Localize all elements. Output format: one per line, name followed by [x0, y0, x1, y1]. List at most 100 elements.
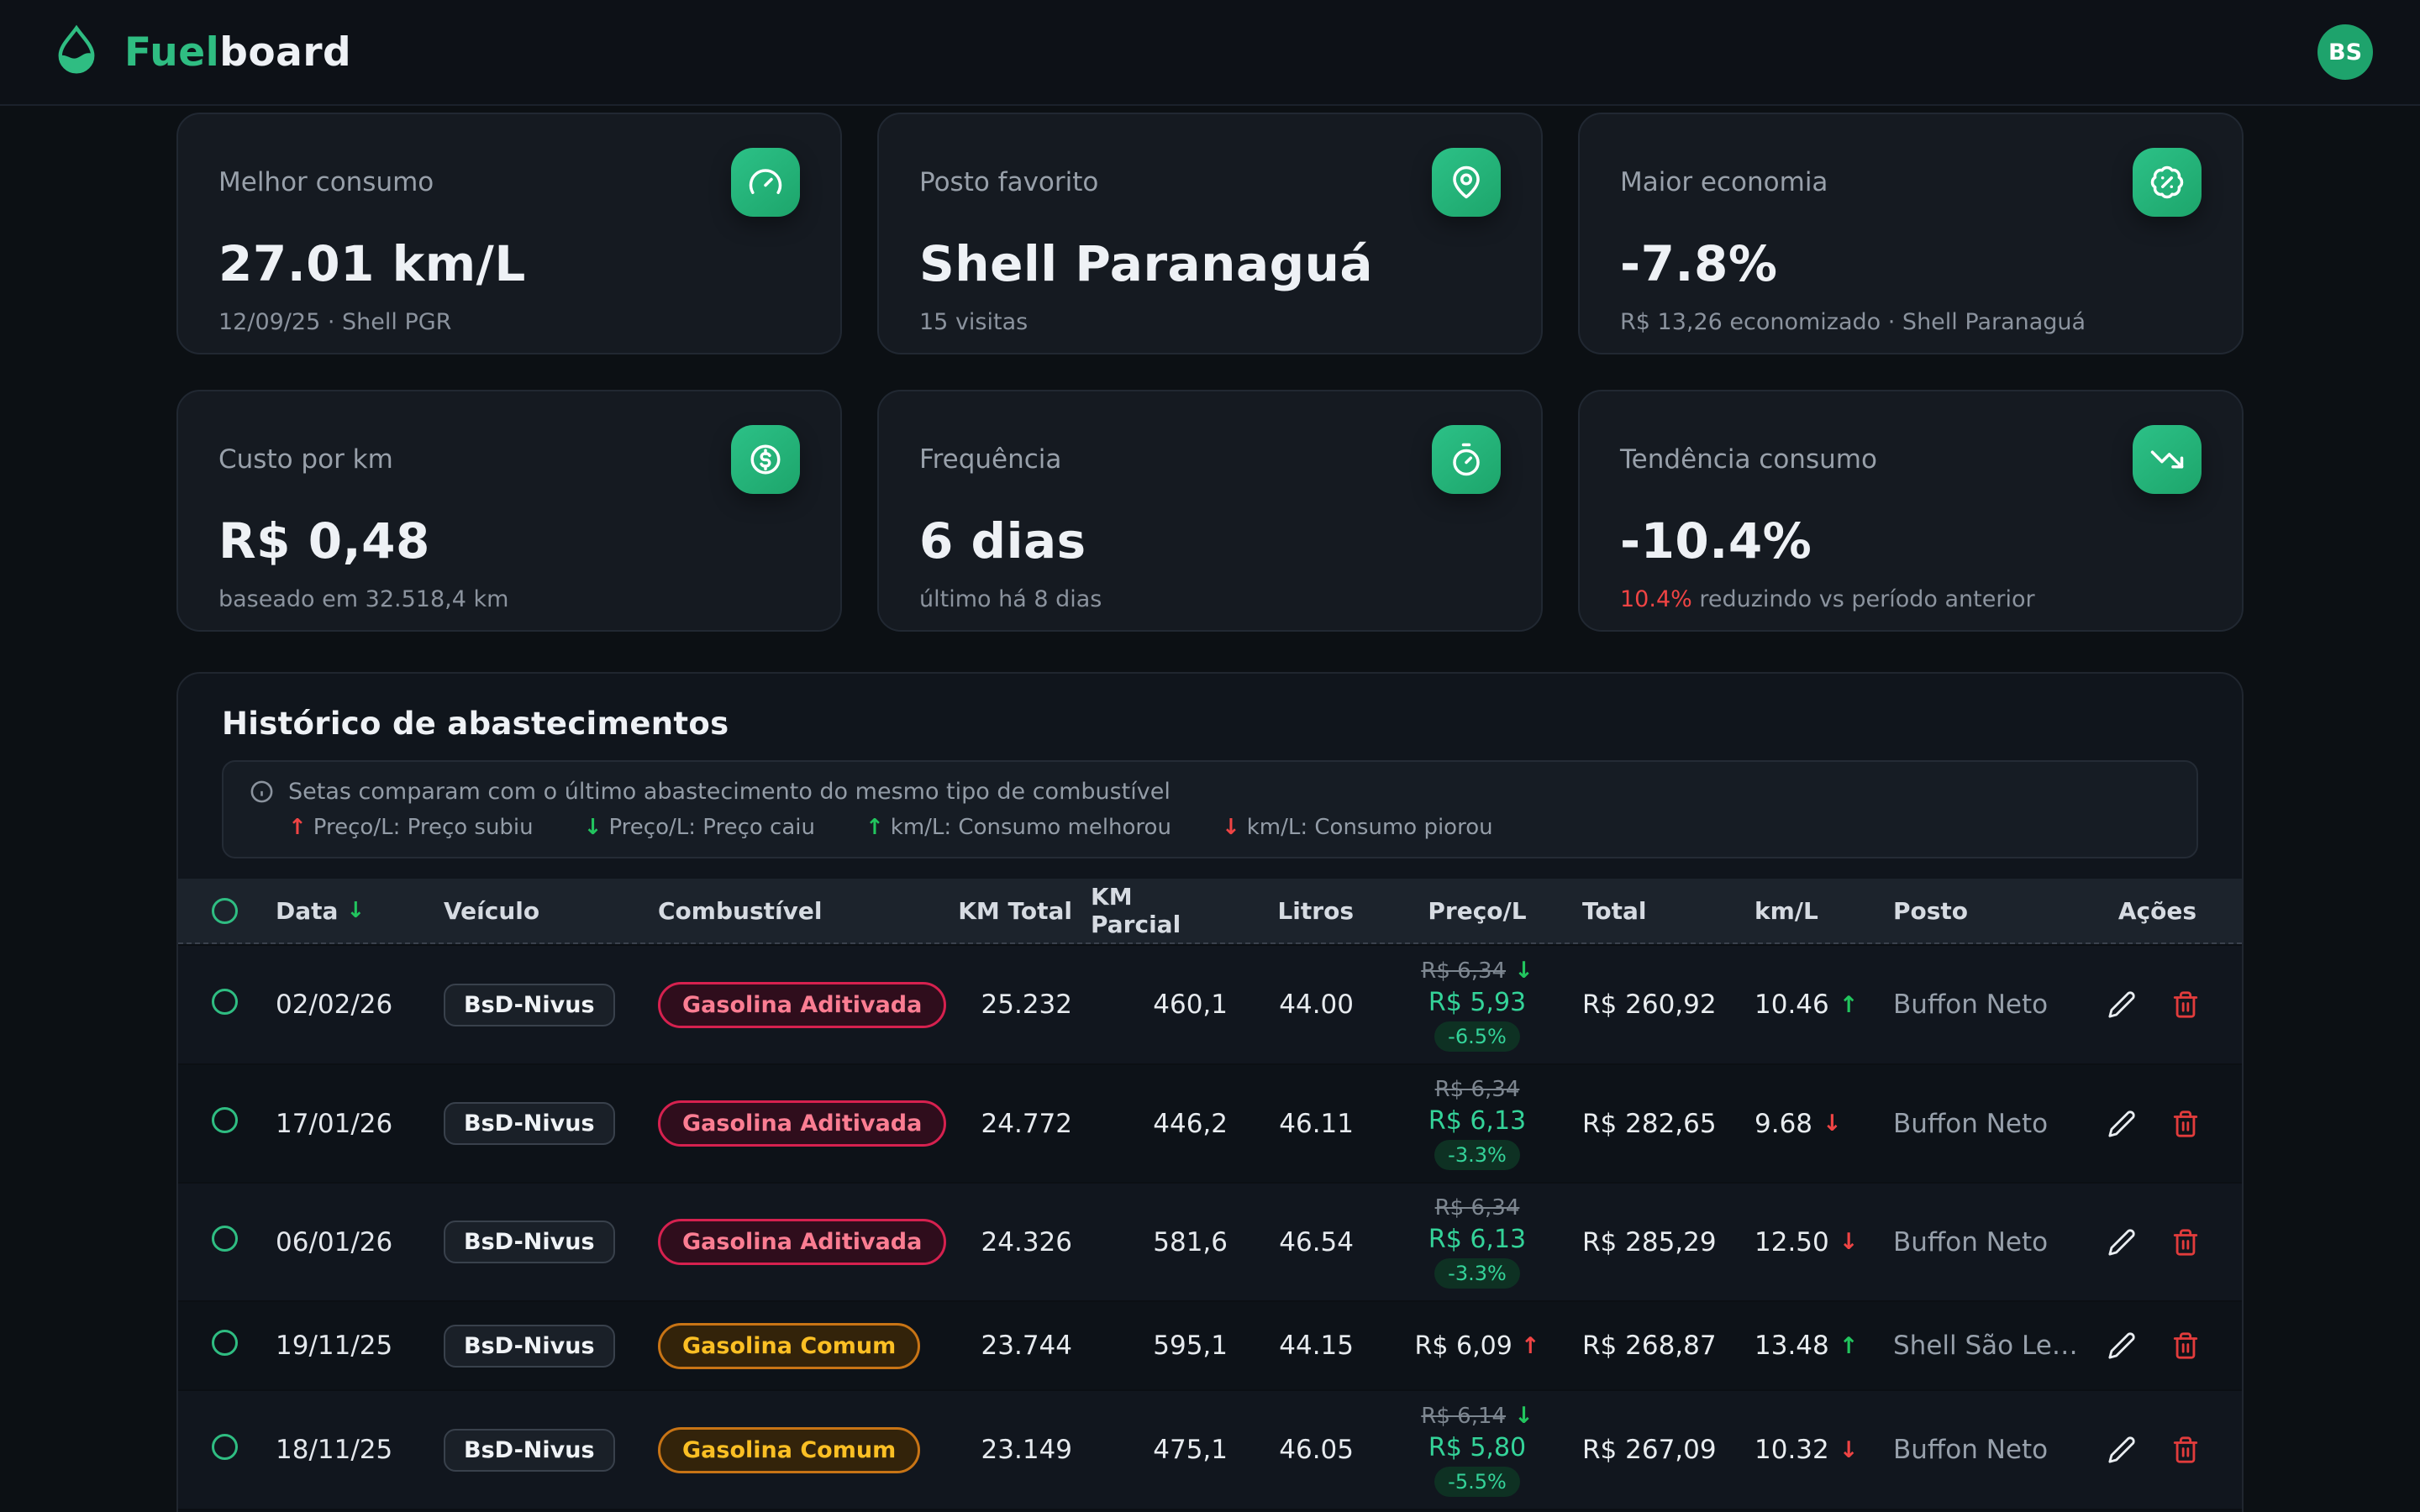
- delete-button[interactable]: [2168, 1225, 2203, 1260]
- stat-card: Posto favorito Shell Paranaguá 15 visita…: [877, 113, 1543, 354]
- price-change-badge: -5.5%: [1434, 1467, 1520, 1497]
- stat-card-subtext: 12/09/25 · Shell PGR: [218, 309, 800, 335]
- vehicle-badge: BsD-Nivus: [444, 1429, 615, 1472]
- stat-card-subtext: R$ 13,26 economizado · Shell Paranaguá: [1620, 309, 2202, 335]
- col-preco-l[interactable]: Preço/L: [1372, 897, 1582, 925]
- info-icon: [249, 779, 275, 805]
- stat-card-value: 6 dias: [919, 512, 1501, 570]
- stat-card-label: Maior economia: [1620, 167, 1828, 197]
- stat-card-subtext: 10.4% reduzindo vs período anterior: [1620, 586, 2202, 612]
- pencil-icon: [2107, 1436, 2136, 1464]
- trash-icon: [2171, 1228, 2200, 1257]
- delete-button[interactable]: [2168, 1328, 2203, 1363]
- stat-card: Maior economia -7.8% R$ 13,26 economizad…: [1578, 113, 2244, 354]
- stat-card-label: Custo por km: [218, 444, 393, 475]
- cell-litros: 46.11: [1246, 1109, 1372, 1139]
- col-data[interactable]: Data↓: [276, 897, 444, 925]
- kml-change-arrow-icon: ↓: [1823, 1110, 1842, 1137]
- col-km-total[interactable]: KM Total: [948, 897, 1091, 925]
- current-price: R$ 5,80: [1428, 1433, 1526, 1462]
- arrow-down-icon: ↓: [1222, 815, 1240, 840]
- table-row: 02/02/26 BsD-Nivus Gasolina Aditivada 25…: [178, 944, 2242, 1063]
- trash-icon: [2171, 990, 2200, 1019]
- vehicle-badge: BsD-Nivus: [444, 1325, 615, 1368]
- vehicle-badge: BsD-Nivus: [444, 1221, 615, 1263]
- cell-date: 06/01/26: [276, 1227, 444, 1257]
- map-pin-icon: [1432, 148, 1501, 217]
- delete-button[interactable]: [2168, 1432, 2203, 1467]
- price-change-badge: -3.3%: [1434, 1140, 1520, 1170]
- cell-km-parcial: 446,2: [1091, 1109, 1246, 1139]
- pencil-icon: [2107, 1110, 2136, 1138]
- cell-kml: 13.48↑: [1754, 1331, 1893, 1361]
- edit-button[interactable]: [2104, 1225, 2139, 1260]
- kml-change-arrow-icon: ↑: [1839, 1333, 1859, 1359]
- dollar-circle-icon: [731, 425, 800, 494]
- dashboard: Melhor consumo 27.01 km/L 12/09/25 · She…: [176, 113, 2244, 1512]
- price-change-badge: -6.5%: [1434, 1021, 1520, 1052]
- cell-posto: Buffon Neto: [1893, 1109, 2091, 1139]
- current-price: R$ 5,93: [1428, 988, 1526, 1017]
- row-select-checkbox[interactable]: [212, 1107, 238, 1133]
- stat-card-subtext: último há 8 dias: [919, 586, 1501, 612]
- row-select-checkbox[interactable]: [212, 1226, 238, 1252]
- legend-note-text: Setas comparam com o último abasteciment…: [288, 779, 1171, 805]
- price-change-arrow-icon: ↑: [1521, 1333, 1540, 1359]
- cell-km-parcial: 475,1: [1091, 1435, 1246, 1465]
- col-posto[interactable]: Posto: [1893, 897, 2091, 925]
- stat-card-subtext: 15 visitas: [919, 309, 1501, 335]
- history-title: Histórico de abastecimentos: [222, 706, 2198, 742]
- cell-total: R$ 268,87: [1582, 1331, 1754, 1361]
- cell-preco: R$ 6,14↓ R$ 5,80 -5.5%: [1372, 1403, 1582, 1497]
- table-row: 19/11/25 BsD-Nivus Gasolina Comum 23.744…: [178, 1300, 2242, 1389]
- col-kml[interactable]: km/L: [1754, 897, 1893, 925]
- cell-total: R$ 267,09: [1582, 1435, 1754, 1465]
- legend-item: ↓Preço/L: Preço caiu: [584, 815, 815, 840]
- row-select-checkbox[interactable]: [212, 989, 238, 1015]
- stat-card-value: Shell Paranaguá: [919, 235, 1501, 292]
- stat-card: Tendência consumo -10.4% 10.4% reduzindo…: [1578, 390, 2244, 632]
- pencil-icon: [2107, 1331, 2136, 1360]
- trash-icon: [2171, 1436, 2200, 1464]
- cell-posto: Buffon Neto: [1893, 990, 2091, 1020]
- cell-preco: R$ 6,34↓ R$ 5,93 -6.5%: [1372, 958, 1582, 1052]
- cell-preco: R$ 6,09↑: [1372, 1331, 1582, 1361]
- fuel-badge: Gasolina Aditivada: [658, 1100, 946, 1147]
- col-litros[interactable]: Litros: [1246, 897, 1372, 925]
- timer-icon: [1432, 425, 1501, 494]
- stat-card-label: Posto favorito: [919, 167, 1098, 197]
- edit-button[interactable]: [2104, 1106, 2139, 1142]
- cell-total: R$ 282,65: [1582, 1109, 1754, 1139]
- user-avatar[interactable]: BS: [2317, 24, 2373, 80]
- stat-card: Frequência 6 dias último há 8 dias: [877, 390, 1543, 632]
- col-total[interactable]: Total: [1582, 897, 1754, 925]
- old-price: R$ 6,14↓: [1421, 1403, 1533, 1429]
- stats-cards-grid: Melhor consumo 27.01 km/L 12/09/25 · She…: [176, 113, 2244, 632]
- edit-button[interactable]: [2104, 1432, 2139, 1467]
- trending-down-icon: [2133, 425, 2202, 494]
- row-select-checkbox[interactable]: [212, 1434, 238, 1460]
- price-change-arrow-icon: ↓: [1514, 1403, 1534, 1429]
- col-veiculo[interactable]: Veículo: [444, 897, 658, 925]
- trash-icon: [2171, 1110, 2200, 1138]
- legend-item: ↑km/L: Consumo melhorou: [865, 815, 1171, 840]
- row-select-checkbox[interactable]: [212, 1330, 238, 1356]
- cell-preco: R$ 6,34 R$ 6,13 -3.3%: [1372, 1077, 1582, 1170]
- table-row: 17/01/26 BsD-Nivus Gasolina Aditivada 24…: [178, 1063, 2242, 1182]
- table-row: 18/11/25 BsD-Nivus Gasolina Comum 23.149…: [178, 1389, 2242, 1509]
- edit-button[interactable]: [2104, 987, 2139, 1022]
- col-km-parcial[interactable]: KM Parcial: [1091, 883, 1246, 938]
- fuel-badge: Gasolina Aditivada: [658, 1219, 946, 1265]
- cell-posto: Buffon Neto: [1893, 1227, 2091, 1257]
- col-combustivel[interactable]: Combustível: [658, 897, 948, 925]
- delete-button[interactable]: [2168, 987, 2203, 1022]
- select-all-checkbox[interactable]: [212, 898, 238, 924]
- delete-button[interactable]: [2168, 1106, 2203, 1142]
- stat-card-label: Tendência consumo: [1620, 444, 1877, 475]
- edit-button[interactable]: [2104, 1328, 2139, 1363]
- app-title-accent: Fuel: [124, 29, 219, 76]
- droplet-icon: [47, 23, 106, 81]
- cell-litros: 46.54: [1246, 1227, 1372, 1257]
- current-price: R$ 6,13: [1428, 1225, 1526, 1254]
- price-change-arrow-icon: ↓: [1514, 958, 1534, 984]
